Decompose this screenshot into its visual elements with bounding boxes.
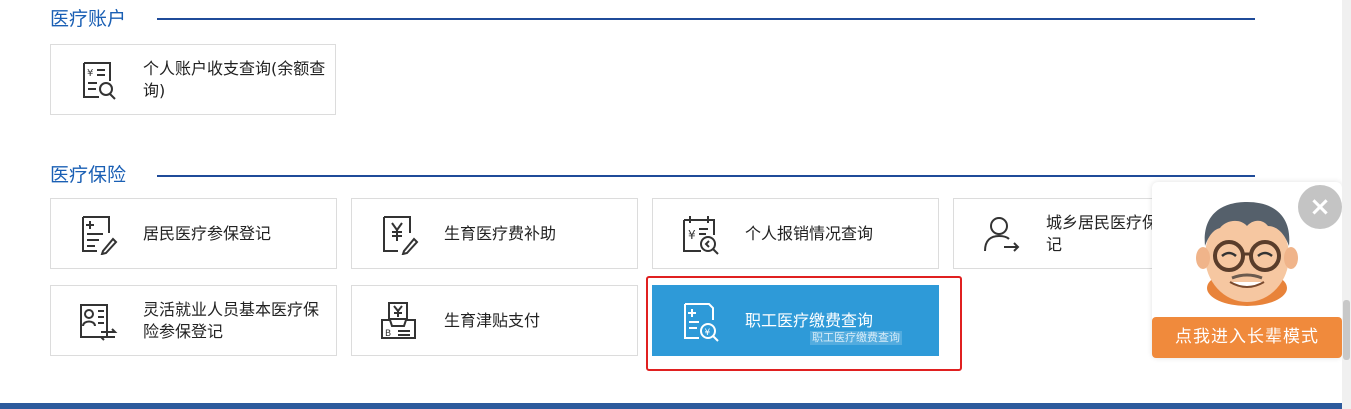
id-card-exchange-icon xyxy=(75,298,121,344)
card-maternity-allowance[interactable]: B 生育津贴支付 xyxy=(351,285,638,356)
card-label: 个人账户收支查询(余额查询) xyxy=(143,58,326,100)
close-icon[interactable]: × xyxy=(1298,185,1342,229)
card-label: 灵活就业人员基本医疗保险参保登记 xyxy=(143,299,320,341)
card-label: 居民医疗参保登记 xyxy=(143,223,272,243)
section-divider xyxy=(157,175,1255,177)
account-query-icon: ¥ xyxy=(75,57,121,103)
card-resident-enroll[interactable]: 居民医疗参保登记 xyxy=(50,198,337,269)
yuan-pen-icon xyxy=(376,211,422,257)
svg-text:¥: ¥ xyxy=(688,228,696,242)
person-arrow-icon xyxy=(978,211,1024,257)
card-flexible-enroll[interactable]: 灵活就业人员基本医疗保险参保登记 xyxy=(50,285,337,356)
section-divider xyxy=(157,18,1255,20)
scrollbar-thumb[interactable] xyxy=(1343,300,1350,360)
elder-mode-button[interactable]: 点我进入长辈模式 xyxy=(1152,317,1342,358)
card-reimburse-query[interactable]: ¥ 个人报销情况查询 xyxy=(652,198,939,269)
elder-avatar-icon[interactable] xyxy=(1192,196,1302,326)
svg-text:¥: ¥ xyxy=(705,328,711,338)
section-title-medical-account: 医疗账户 xyxy=(50,8,127,30)
card-label: 生育医疗费补助 xyxy=(444,223,557,243)
card-maternity-subsidy[interactable]: 生育医疗费补助 xyxy=(351,198,638,269)
elder-mode-widget: × 点我进入长辈模式 xyxy=(1152,182,1342,358)
section-title-medical-insurance: 医疗保险 xyxy=(50,164,127,186)
scrollbar[interactable] xyxy=(1342,0,1351,409)
svg-text:B: B xyxy=(385,329,391,339)
card-label: 个人报销情况查询 xyxy=(745,223,874,243)
svg-text:¥: ¥ xyxy=(87,68,93,79)
drag-ghost-text: 职工医疗缴费查询 xyxy=(810,331,902,345)
card-label: 生育津贴支付 xyxy=(444,310,541,330)
card-employee-payment-query[interactable]: ¥ 职工医疗缴费查询 xyxy=(652,285,939,356)
medical-yuan-search-icon: ¥ xyxy=(677,298,723,344)
card-account-query[interactable]: ¥ 个人账户收支查询(余额查询) xyxy=(50,44,336,115)
footer-bar xyxy=(0,403,1351,409)
calendar-yuan-search-icon: ¥ xyxy=(677,211,723,257)
medical-form-icon xyxy=(75,211,121,257)
card-label: 职工医疗缴费查询 xyxy=(745,310,874,330)
yuan-tray-icon: B xyxy=(376,298,422,344)
